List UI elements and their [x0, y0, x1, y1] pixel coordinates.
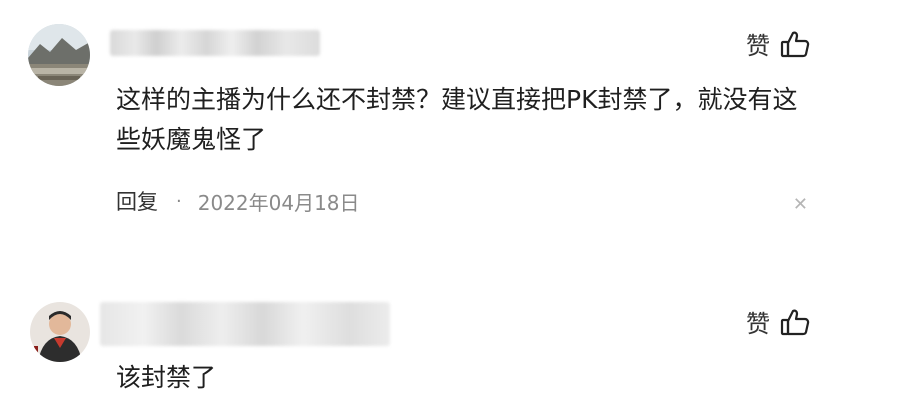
comment-text: 该封禁了 — [116, 363, 217, 392]
meta-separator: · — [176, 190, 182, 212]
username-blurred — [110, 30, 320, 56]
avatar[interactable] — [28, 24, 90, 86]
like-label: 赞 — [746, 32, 770, 60]
comment-meta: 回复 · 2022年04月18日 — [116, 186, 360, 216]
thumbs-up-icon — [780, 29, 810, 59]
comment-item: 赞 该封禁了 — [0, 280, 902, 402]
like-button[interactable]: 赞 — [746, 26, 810, 61]
like-button[interactable]: 赞 — [746, 304, 810, 339]
comment-date: 2022年04月18日 — [197, 190, 360, 215]
comment-item: 赞 这样的主播为什么还不封禁？建议直接把PK封禁了，就没有这些妖魔鬼怪了 回复 … — [0, 0, 902, 260]
like-label: 赞 — [746, 310, 770, 338]
reply-button[interactable]: 回复 — [116, 186, 158, 216]
close-icon[interactable]: ✕ — [793, 194, 808, 215]
comment-text: 这样的主播为什么还不封禁？建议直接把PK封禁了，就没有这些妖魔鬼怪了 — [116, 85, 798, 154]
username-blurred — [100, 302, 390, 346]
avatar[interactable] — [30, 302, 90, 362]
thumbs-up-icon — [780, 307, 810, 337]
